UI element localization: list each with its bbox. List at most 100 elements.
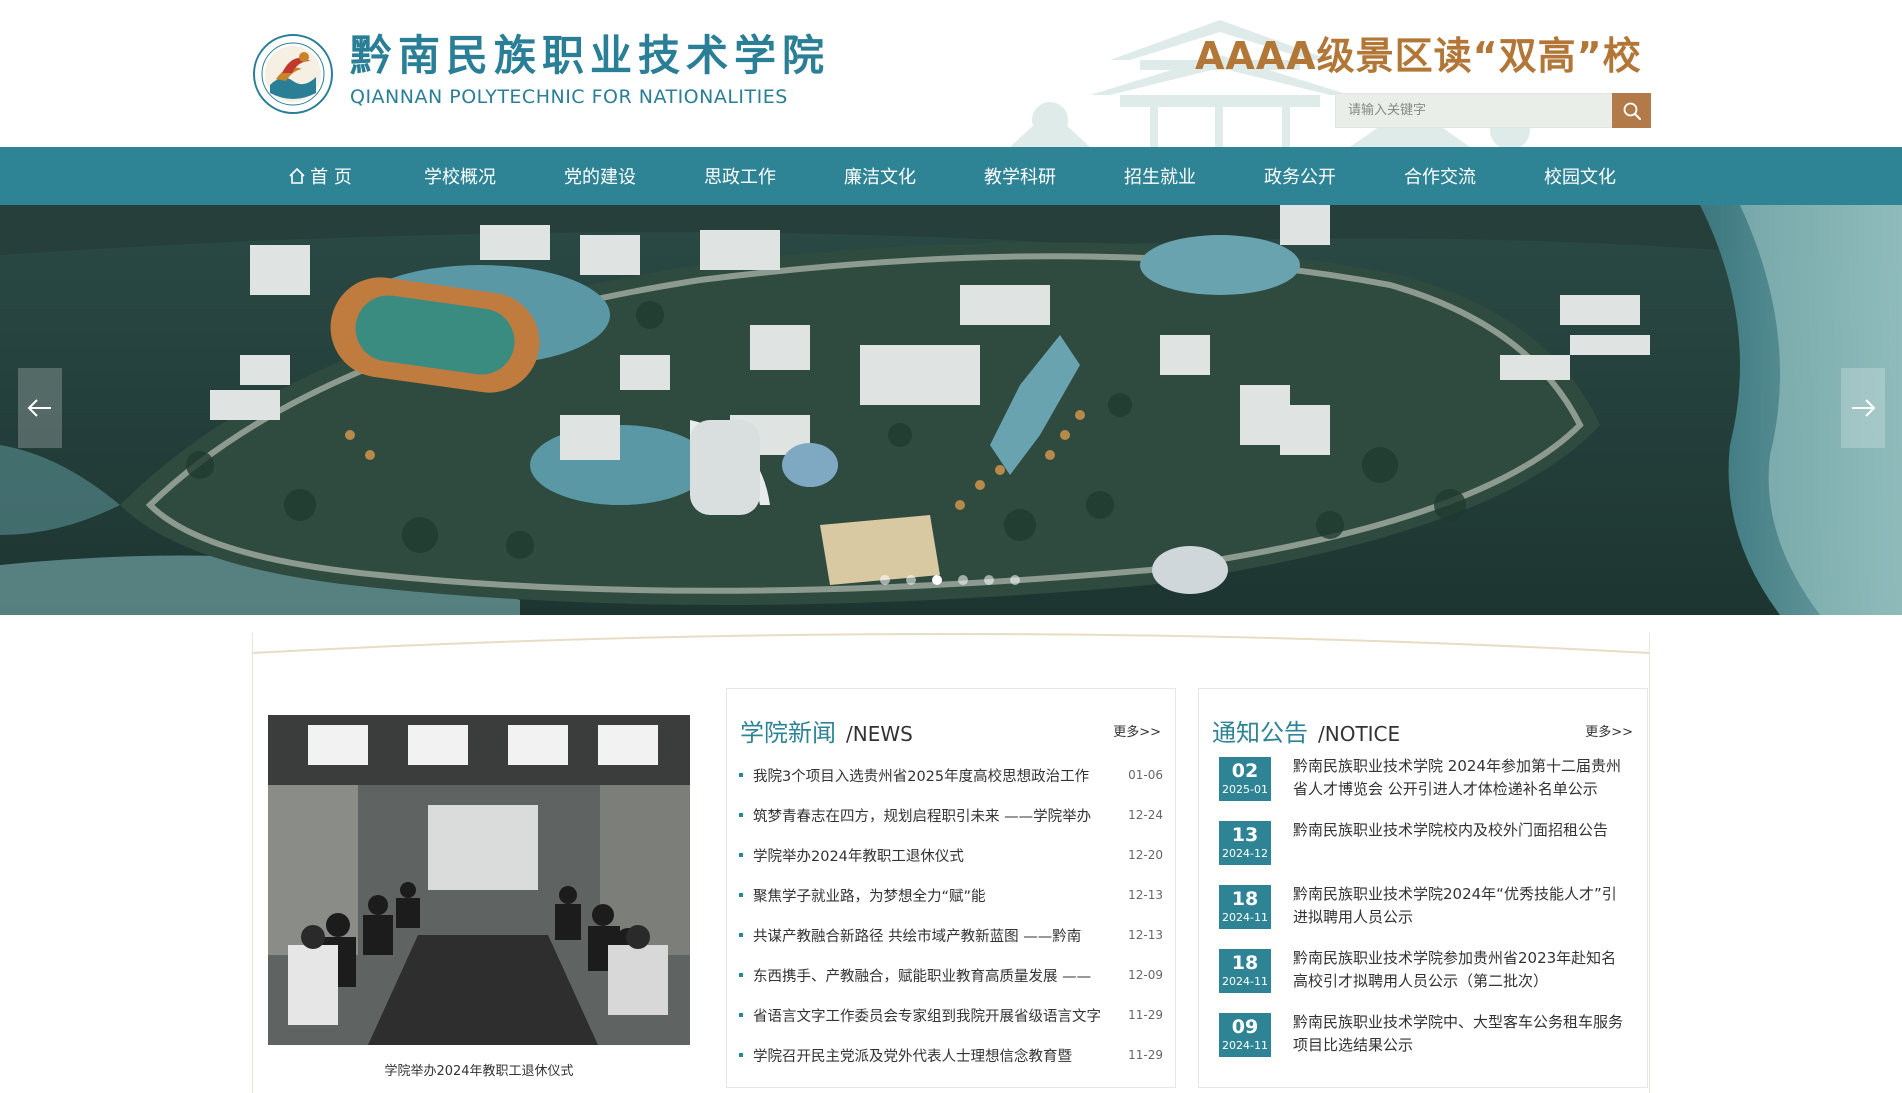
news-item-date: 11-29 xyxy=(1128,1048,1163,1062)
banner-dot[interactable] xyxy=(880,575,890,585)
date-badge-year-month: 2025-01 xyxy=(1222,783,1268,796)
news-panel: 学院新闻/NEWS 更多>> 我院3个项目入选贵州省2025年度高校思想政治工作… xyxy=(726,688,1176,1088)
date-badge-year-month: 2024-11 xyxy=(1222,911,1268,924)
date-badge-day: 09 xyxy=(1231,1016,1259,1038)
nav-item-about[interactable]: 学校概况 xyxy=(390,147,530,205)
bullet-icon xyxy=(739,1013,743,1017)
news-item-date: 12-24 xyxy=(1128,808,1163,822)
college-name-cn[interactable]: 黔南民族职业技术学院 xyxy=(350,30,830,82)
news-list: 我院3个项目入选贵州省2025年度高校思想政治工作 01-06 筑梦青春志在四方，规… xyxy=(739,755,1163,1075)
notice-list-item[interactable]: 18 2024-11 黔南民族职业技术学院2024年“优秀技能人才”引进拟聘用人员公… xyxy=(1219,883,1639,947)
notice-list: 02 2025-01 黔南民族职业技术学院 2024年参加第十二届贵州省人才博览会 … xyxy=(1219,755,1639,1075)
featured-news-caption[interactable]: 学院举办2024年教职工退休仪式 xyxy=(268,1060,690,1079)
notice-list-item[interactable]: 02 2025-01 黔南民族职业技术学院 2024年参加第十二届贵州省人才博览会 … xyxy=(1219,755,1639,819)
news-item-date: 12-09 xyxy=(1128,968,1163,982)
news-list-item[interactable]: 聚焦学子就业路，为梦想全力“赋”能 12-13 xyxy=(739,875,1163,915)
news-more-link[interactable]: 更多>> xyxy=(1113,721,1161,740)
search-input[interactable] xyxy=(1336,94,1612,127)
banner-dot[interactable] xyxy=(984,575,994,585)
news-list-item[interactable]: 东西携手、产教融合，赋能职业教育高质量发展 —— 12-09 xyxy=(739,955,1163,995)
notice-item-title: 黔南民族职业技术学院2024年“优秀技能人才”引进拟聘用人员公示 xyxy=(1293,885,1617,926)
nav-item-teaching-research[interactable]: 教学科研 xyxy=(950,147,1090,205)
news-item-title: 省语言文字工作委员会专家组到我院开展省级语言文字 xyxy=(753,1008,1101,1025)
banner-dot[interactable] xyxy=(958,575,968,585)
banner-carousel[interactable] xyxy=(0,205,1902,615)
news-item-title: 我院3个项目入选贵州省2025年度高校思想政治工作 xyxy=(753,768,1090,785)
notice-title-en: /NOTICE xyxy=(1318,722,1401,746)
nav-item-ideology[interactable]: 思政工作 xyxy=(670,147,810,205)
news-list-item[interactable]: 共谋产教融合新路径 共绘市域产教新蓝图 ——黔南 12-13 xyxy=(739,915,1163,955)
search-bar xyxy=(1335,93,1651,128)
arrow-right-icon xyxy=(1852,399,1876,417)
bullet-icon xyxy=(739,773,743,777)
banner-dot[interactable] xyxy=(1010,575,1020,585)
date-badge: 18 2024-11 xyxy=(1219,885,1271,929)
bullet-icon xyxy=(739,853,743,857)
bullet-icon xyxy=(739,973,743,977)
main-nav-items: 首 页 学校概况 党的建设 思政工作 廉洁文化 教学科研 招生就业 政务公开 合… xyxy=(250,147,1650,205)
home-icon xyxy=(288,167,306,185)
nav-item-government-affairs[interactable]: 政务公开 xyxy=(1230,147,1370,205)
news-title-en: /NEWS xyxy=(846,722,913,746)
campus-aerial-image xyxy=(0,205,1902,615)
banner-dot[interactable] xyxy=(906,575,916,585)
news-item-title: 学院举办2024年教职工退休仪式 xyxy=(753,848,964,865)
college-logo-icon[interactable] xyxy=(252,33,334,115)
date-badge: 18 2024-11 xyxy=(1219,949,1271,993)
news-title-cn: 学院新闻 xyxy=(740,719,836,747)
nav-item-campus-culture[interactable]: 校园文化 xyxy=(1510,147,1650,205)
news-list-item[interactable]: 筑梦青春志在四方，规划启程职引未来 ——学院举办 12-24 xyxy=(739,795,1163,835)
notice-list-item[interactable]: 13 2024-12 黔南民族职业技术学院校内及校外门面招租公告 xyxy=(1219,819,1639,883)
news-item-title: 共谋产教融合新路径 共绘市域产教新蓝图 ——黔南 xyxy=(753,928,1082,945)
banner-next-button[interactable] xyxy=(1841,368,1885,448)
date-badge-year-month: 2024-11 xyxy=(1222,975,1268,988)
news-item-date: 11-29 xyxy=(1128,1008,1163,1022)
arrow-left-icon xyxy=(27,399,51,417)
news-list-item[interactable]: 省语言文字工作委员会专家组到我院开展省级语言文字 11-29 xyxy=(739,995,1163,1035)
slogan-text: AAAA级景区读“双高”校 xyxy=(1195,34,1642,78)
news-item-title: 东西携手、产教融合，赋能职业教育高质量发展 —— xyxy=(753,968,1092,985)
notice-panel-title: 通知公告/NOTICE xyxy=(1212,713,1400,748)
news-item-date: 12-13 xyxy=(1128,928,1163,942)
notice-title-cn: 通知公告 xyxy=(1212,719,1308,747)
date-badge-year-month: 2024-12 xyxy=(1222,847,1268,860)
news-list-item[interactable]: 学院召开民主党派及党外代表人士理想信念教育暨 11-29 xyxy=(739,1035,1163,1075)
news-item-date: 12-20 xyxy=(1128,848,1163,862)
notice-item-title: 黔南民族职业技术学院参加贵州省2023年赴知名高校引才拟聘用人员公示（第二批次） xyxy=(1293,949,1617,990)
news-item-title: 筑梦青春志在四方，规划启程职引未来 ——学院举办 xyxy=(753,808,1092,825)
college-name-en[interactable]: QIANNAN POLYTECHNIC FOR NATIONALITIES xyxy=(350,86,788,108)
notice-more-link[interactable]: 更多>> xyxy=(1585,721,1633,740)
nav-item-integrity-culture[interactable]: 廉洁文化 xyxy=(810,147,950,205)
bullet-icon xyxy=(739,1053,743,1057)
banner-pagination xyxy=(880,575,1020,585)
notice-item-title: 黔南民族职业技术学院 2024年参加第十二届贵州省人才博览会 公开引进人才体检递… xyxy=(1293,757,1621,798)
featured-news-photo[interactable] xyxy=(268,715,690,1045)
nav-item-cooperation[interactable]: 合作交流 xyxy=(1370,147,1510,205)
news-item-title: 学院召开民主党派及党外代表人士理想信念教育暨 xyxy=(753,1048,1072,1065)
nav-item-party-building[interactable]: 党的建设 xyxy=(530,147,670,205)
date-badge-day: 02 xyxy=(1231,760,1259,782)
nav-item-admissions[interactable]: 招生就业 xyxy=(1090,147,1230,205)
banner-prev-button[interactable] xyxy=(18,368,62,448)
bullet-icon xyxy=(739,893,743,897)
date-badge-year-month: 2024-11 xyxy=(1222,1039,1268,1052)
date-badge-day: 13 xyxy=(1231,824,1259,846)
notice-list-item[interactable]: 09 2024-11 黔南民族职业技术学院中、大型客车公务租车服务项目比选结果公示 xyxy=(1219,1011,1639,1075)
news-item-title: 聚焦学子就业路，为梦想全力“赋”能 xyxy=(753,888,986,905)
news-list-item[interactable]: 我院3个项目入选贵州省2025年度高校思想政治工作 01-06 xyxy=(739,755,1163,795)
news-list-item[interactable]: 学院举办2024年教职工退休仪式 12-20 xyxy=(739,835,1163,875)
nav-item-home[interactable]: 首 页 xyxy=(250,147,390,205)
search-button[interactable] xyxy=(1612,93,1651,128)
search-icon xyxy=(1623,102,1641,120)
bullet-icon xyxy=(739,933,743,937)
notice-item-title: 黔南民族职业技术学院校内及校外门面招租公告 xyxy=(1293,821,1609,839)
nav-item-label: 首 页 xyxy=(310,167,352,188)
notice-panel: 通知公告/NOTICE 更多>> 02 2025-01 黔南民族职业技术学院 202… xyxy=(1198,688,1648,1088)
news-item-date: 12-13 xyxy=(1128,888,1163,902)
notice-list-item[interactable]: 18 2024-11 黔南民族职业技术学院参加贵州省2023年赴知名高校引才拟聘用人… xyxy=(1219,947,1639,1011)
notice-item-title: 黔南民族职业技术学院中、大型客车公务租车服务项目比选结果公示 xyxy=(1293,1013,1623,1054)
banner-dot[interactable] xyxy=(932,575,942,585)
date-badge: 02 2025-01 xyxy=(1219,757,1271,801)
date-badge: 13 2024-12 xyxy=(1219,821,1271,865)
news-item-date: 01-06 xyxy=(1128,768,1163,782)
